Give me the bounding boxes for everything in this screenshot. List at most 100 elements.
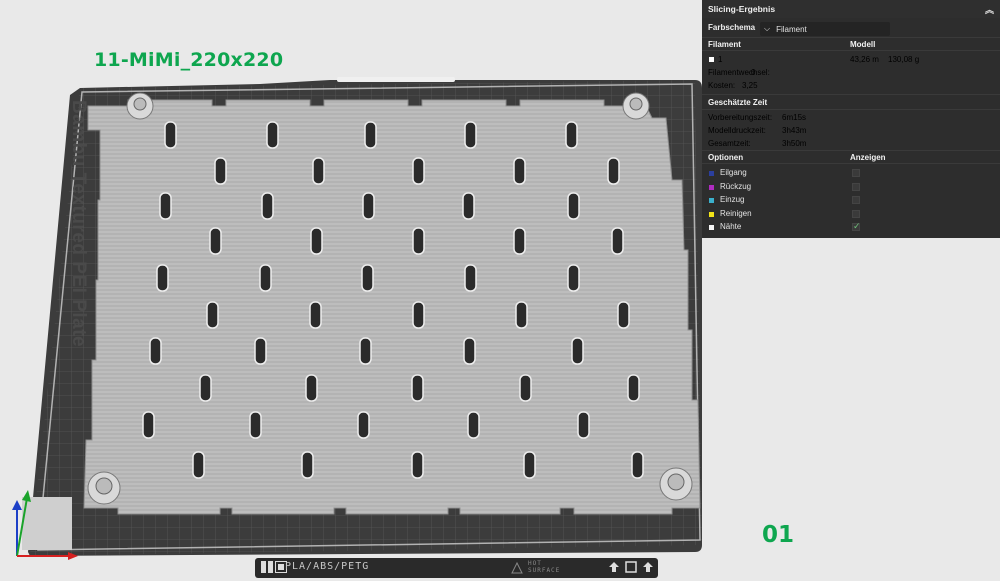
column-filament-header: Filament [708, 40, 741, 49]
slot-hole [206, 301, 219, 329]
slot-hole [305, 374, 318, 402]
slot-hole [312, 157, 325, 185]
option-color-swatch [709, 171, 714, 176]
slot-hole [523, 451, 536, 479]
hot-surface-label: HOT SURFACE [528, 560, 561, 574]
slot-hole [164, 121, 177, 149]
corner-boss-bl [87, 471, 121, 505]
option-show-checkbox-3[interactable] [852, 209, 860, 218]
option-show-checkbox-0[interactable] [852, 169, 860, 177]
slot-hole [617, 301, 630, 329]
slot-hole [156, 264, 169, 292]
plate-info-bar: PLA/ABS/PETG HOT SURFACE [255, 558, 658, 578]
slot-hole [463, 337, 476, 365]
panel-title: Slicing-Ergebnis [708, 4, 776, 14]
color-scheme-dropdown[interactable]: ⌵ Filament [760, 22, 890, 36]
filament-length: 43,26 m [850, 55, 879, 64]
option-label-0: Eilgang [720, 168, 747, 177]
panel-titlebar: Slicing-Ergebnis ︽ [702, 0, 1000, 18]
option-show-checkbox-1[interactable] [852, 182, 860, 191]
slot-hole [254, 337, 267, 365]
show-header: Anzeigen [850, 153, 886, 162]
slot-hole [412, 157, 425, 185]
slot-hole [607, 157, 620, 185]
slot-hole [411, 374, 424, 402]
cost-value: 3,25 [742, 81, 758, 90]
slot-hole [159, 192, 172, 220]
warning-icon [511, 562, 523, 574]
chevron-down-icon: ⌵ [764, 24, 771, 33]
collapse-icon[interactable]: ︽ [985, 3, 994, 16]
slot-hole [209, 227, 222, 255]
slot-hole [567, 192, 580, 220]
slot-hole [412, 301, 425, 329]
slot-hole [464, 264, 477, 292]
3d-viewport[interactable]: Bambu Textured PEI Plate 11-MiMi_220x220… [0, 0, 1000, 581]
filament-1-swatch [709, 57, 714, 62]
filament-change-label: Filamentwechsel: [708, 68, 770, 77]
slot-hole [611, 227, 624, 255]
slot-hole [364, 121, 377, 149]
slot-hole [309, 301, 322, 329]
plate-number: 01 [762, 522, 795, 548]
estimated-time-header: Geschätzte Zeit [708, 98, 768, 107]
plate-type-label: Bambu Textured PEI Plate [68, 100, 89, 348]
slot-hole [362, 192, 375, 220]
slot-hole [310, 227, 323, 255]
bambu-logo-icon [261, 561, 273, 573]
option-label-4: Nähte [720, 222, 742, 231]
filament-change-value: 0 [751, 68, 756, 77]
cost-label: Kosten: [708, 81, 736, 90]
slot-hole [513, 157, 526, 185]
arrange-icon[interactable] [608, 561, 620, 573]
plate-handle [337, 77, 455, 82]
slot-hole [519, 374, 532, 402]
slot-hole [567, 264, 580, 292]
material-label: PLA/ABS/PETG [285, 561, 370, 572]
slot-hole [361, 264, 374, 292]
slot-hole [565, 121, 578, 149]
plate-title[interactable]: 11-MiMi_220x220 [94, 49, 283, 71]
plate-select-icon[interactable] [625, 561, 637, 573]
model-print-time-value: 3h43m [782, 126, 807, 135]
option-color-swatch [709, 198, 714, 203]
model-print-time-label: Modelldruckzeit: [708, 126, 766, 135]
slot-hole [627, 374, 640, 402]
option-color-swatch [709, 211, 714, 217]
slot-hole [259, 264, 272, 292]
slot-hole [359, 337, 372, 365]
option-color-swatch [709, 184, 714, 190]
slot-hole [261, 192, 274, 220]
slot-hole [462, 192, 475, 220]
filament-weight: 130,08 g [888, 55, 920, 64]
slot-hole [142, 411, 155, 439]
option-show-checkbox-4[interactable]: ✓ [852, 221, 861, 231]
slot-hole [411, 451, 424, 479]
slot-hole [301, 451, 314, 479]
slot-hole [571, 337, 584, 365]
options-header: Optionen [708, 153, 744, 162]
option-label-3: Reinigen [720, 208, 752, 218]
slot-hole [192, 451, 205, 479]
slot-hole [249, 411, 262, 439]
corner-boss-tl [126, 92, 154, 120]
upload-icon[interactable] [642, 561, 654, 573]
check-icon: ✓ [853, 221, 861, 231]
slot-hole [214, 157, 227, 185]
slot-hole [515, 301, 528, 329]
slot-hole [577, 411, 590, 439]
total-time-label: Gesamtzeit: [708, 139, 751, 148]
slot-hole [467, 411, 480, 439]
slot-hole [266, 121, 279, 149]
prep-time-label: Vorbereitungszeit: [708, 113, 773, 122]
slot-hole [357, 411, 370, 439]
column-model-header: Modell [850, 40, 876, 49]
total-time-value: 3h50m [782, 139, 807, 148]
option-label-2: Einzug [720, 195, 745, 204]
slot-hole [513, 227, 526, 255]
color-scheme-label: Farbschema [708, 23, 756, 32]
slot-hole [464, 121, 477, 149]
corner-boss-br [659, 467, 693, 501]
option-color-swatch [709, 225, 714, 230]
option-show-checkbox-2[interactable] [852, 196, 860, 204]
